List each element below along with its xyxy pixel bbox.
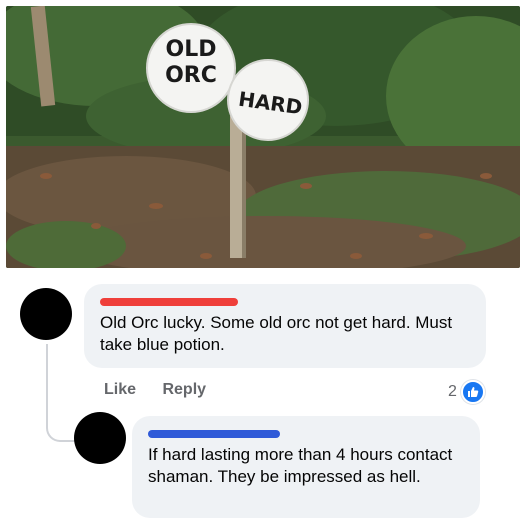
- redacted-author-name: [148, 430, 280, 438]
- reaction-count: 2: [448, 383, 457, 400]
- reaction-summary[interactable]: 2: [448, 380, 485, 404]
- photo-scene: OLD ORC HARD: [6, 6, 520, 268]
- redacted-author-name: [100, 298, 238, 306]
- reply-thread-line: [46, 344, 78, 442]
- sign-left-line1: OLD: [166, 37, 217, 62]
- reply-text: If hard lasting more than 4 hours contac…: [148, 445, 453, 486]
- thumbs-up-icon: [460, 380, 485, 404]
- sign-left-line2: ORC: [165, 63, 217, 88]
- comment-text: Old Orc lucky. Some old orc not get hard…: [100, 313, 453, 354]
- reply-button[interactable]: Reply: [162, 381, 206, 398]
- photo: OLD ORC HARD: [6, 6, 520, 268]
- comment-bubble: Old Orc lucky. Some old orc not get hard…: [84, 284, 486, 368]
- like-button[interactable]: Like: [104, 381, 136, 398]
- avatar[interactable]: [74, 412, 126, 464]
- reply-bubble: If hard lasting more than 4 hours contac…: [132, 416, 480, 518]
- avatar[interactable]: [20, 288, 72, 340]
- comment-thread: Old Orc lucky. Some old orc not get hard…: [0, 268, 526, 526]
- comment-actions: Like Reply: [104, 381, 228, 399]
